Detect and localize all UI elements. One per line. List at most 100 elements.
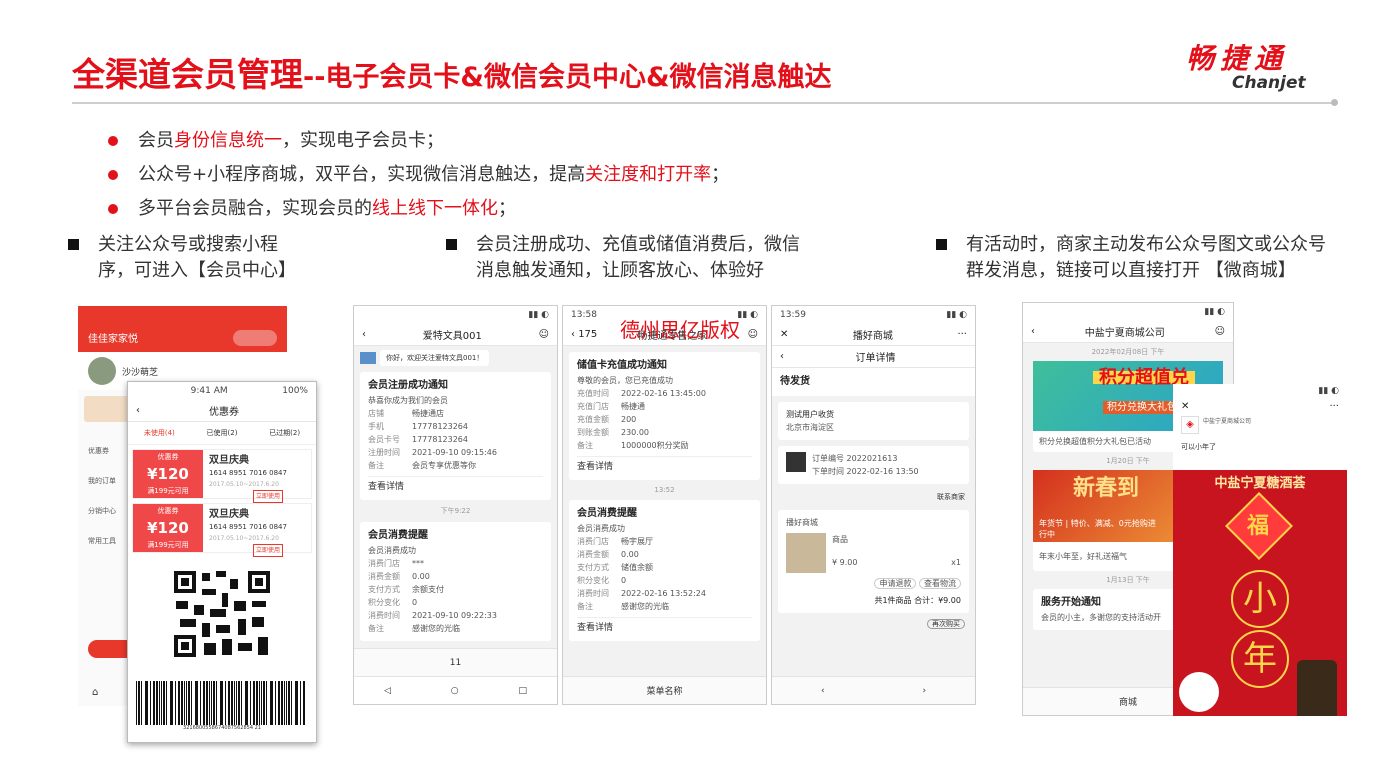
refund-button[interactable]: 申请退款 — [874, 578, 917, 589]
coupon-amount: ¥120 — [147, 519, 189, 537]
column-line: 序，可进入【会员中心】 — [98, 260, 296, 281]
bullet-item: 多平台会员融合，实现会员的线上线下一体化； — [106, 192, 729, 226]
chat-menu-bar[interactable]: 菜单名称 — [563, 676, 766, 704]
view-details-link[interactable]: 查看详情 — [368, 476, 543, 494]
goods-image[interactable] — [786, 533, 826, 573]
card-desc: 尊敬的会员，您已充值成功 — [577, 376, 673, 385]
chat-timestamp: 2022年02月08日 下午 — [1091, 348, 1165, 356]
tab-expired[interactable]: 已过期(2) — [269, 428, 300, 438]
home-icon[interactable]: ⌂ — [92, 687, 98, 698]
chat-navbar: ✕ ··· — [1173, 398, 1347, 414]
status-time: 13:59 — [780, 310, 806, 320]
tab-unused[interactable]: 未使用(4) — [144, 428, 175, 438]
slide: 全渠道会员管理--电子会员卡&微信会员中心&微信消息触达 畅捷通 Chanjet… — [0, 0, 1386, 780]
more-icon[interactable]: ··· — [1329, 401, 1339, 412]
address-card: 测试用户收货 北京市海淀区 — [778, 402, 969, 440]
coupon-condition: 满199元可用 — [147, 541, 189, 549]
coupon-navbar: ‹ 优惠券 — [128, 400, 316, 422]
back-icon[interactable]: ‹ — [1031, 326, 1035, 337]
back-icon[interactable]: ‹ — [362, 329, 366, 340]
close-icon[interactable]: ✕ — [780, 329, 788, 340]
account-navbar: ‹ 中盐宁夏商城公司 ☺ — [1023, 321, 1233, 343]
coupon-date: 2017.05.10~2017.6.20 — [209, 535, 279, 542]
chat-timestamp: 13:52 — [654, 486, 675, 494]
forward-arrow-icon[interactable]: › — [922, 686, 926, 696]
profile-icon[interactable]: ☺ — [1215, 326, 1225, 337]
more-icon[interactable]: ··· — [957, 329, 967, 340]
back-icon[interactable]: ‹ — [780, 351, 784, 362]
capsule-menu-icon[interactable] — [233, 330, 277, 346]
coupon-label: 优惠券 — [157, 507, 179, 515]
use-coupon-button[interactable]: 立即使用 — [253, 490, 284, 503]
message-card[interactable]: 会员注册成功通知 恭喜你成为我们的会员 店铺 畅捷通店 手机 17778123264… — [360, 372, 551, 500]
status-bar: ▮▮ ◐ — [1023, 303, 1233, 321]
order-number: 订单编号 2022021613 — [812, 454, 898, 463]
back-icon[interactable]: ‹ 175 — [571, 329, 597, 340]
message-card[interactable]: 会员消费提醒 会员消费成功 消费门店 *** 消费金额 0.00 支付方式 余额支付 … — [360, 522, 551, 641]
phone-wechat-notify-b: 13:58 ▮▮ ◐ ‹ 175 畅捷通零售之家 ☺ 储值卡充值成功通知 尊敬的会员，… — [562, 305, 767, 705]
view-details-link[interactable]: 查看详情 — [577, 617, 752, 635]
tab-used[interactable]: 已使用(2) — [207, 428, 238, 438]
wine-bottle-icon — [1297, 660, 1337, 716]
menu-label: 菜单名称 — [646, 687, 683, 697]
nav-arrows: ‹ › — [772, 676, 975, 704]
chanjet-logo: 畅捷通 Chanjet — [1186, 44, 1326, 94]
recent-nav-icon[interactable]: □ — [519, 686, 528, 696]
order-status: 待发货 — [772, 368, 975, 396]
bullet-item: 会员身份信息统一，实现电子会员卡； — [106, 124, 729, 158]
rebuy-button[interactable]: 再次购买 — [927, 619, 965, 629]
coupon-code: 1614 8951 7016 0847 — [209, 523, 287, 531]
coupon-page: 9:41 AM 100% ‹ 优惠券 未使用(4) 已使用(2) 已过期(2) 优惠… — [127, 381, 317, 743]
column-campaign: 有活动时，商家主动发布公众号图文或公众号 群发消息，链接可以直接打开 【微商城】 — [936, 232, 1376, 284]
new-year-poster[interactable]: 中盐宁夏糖酒荟 福 小 年 — [1173, 470, 1347, 716]
square-bullet-icon — [446, 239, 457, 250]
logistics-button[interactable]: 查看物流 — [919, 578, 961, 589]
coupon-amount-block: 优惠券 ¥120 满199元可用 — [133, 450, 203, 498]
coupon-item[interactable]: 优惠券 ¥120 满199元可用 双旦庆典 1614 8951 7016 084… — [132, 449, 312, 503]
account-avatar — [360, 352, 376, 364]
message-card[interactable]: 储值卡充值成功通知 尊敬的会员，您已充值成功 充值时间 2022-02-16 13… — [569, 352, 760, 480]
user-name: 沙沙萌芝 — [122, 367, 159, 378]
coupon-item[interactable]: 优惠券 ¥120 满199元可用 双旦庆典 1614 8951 7016 084… — [132, 503, 312, 557]
bullet-highlight: 线上线下一体化 — [372, 198, 498, 219]
watermark: 德州思亿版权 — [620, 318, 740, 342]
company-logo-icon: ◈ — [1181, 416, 1199, 434]
card-heading: 会员注册成功通知 — [368, 380, 448, 391]
profile-icon[interactable]: ☺ — [748, 329, 758, 340]
greeting-row: 你好，欢迎关注爱特文具001！ — [360, 350, 551, 366]
phone-wechat-notify-a: ▮▮ ◐ ‹ 爱特文具001 ☺ 你好，欢迎关注爱特文具001！ 会员注册成功通知 … — [353, 305, 558, 705]
chat-input-bar[interactable]: 11 — [354, 648, 557, 676]
column-member-center: 关注公众号或搜索小程 序，可进入【会员中心】 — [68, 232, 388, 284]
card-desc: 恭喜你成为我们的会员 — [368, 396, 448, 405]
coupon-title: 优惠券 — [209, 407, 239, 418]
bullet-item: 公众号+小程序商城，双平台，实现微信消息触达，提高关注度和打开率； — [106, 158, 729, 192]
contact-merchant-link[interactable]: 联系商家 — [772, 490, 975, 504]
coupon-name: 双旦庆典 — [209, 455, 249, 466]
bullet-text: ； — [711, 164, 730, 185]
banner-title: 积分超值兑 — [1093, 369, 1195, 387]
message-card[interactable]: 会员消费提醒 会员消费成功 消费门店 畅宇展厅 消费金额 0.00 支付方式 储值余额… — [569, 500, 760, 641]
square-bullet-icon — [936, 239, 947, 250]
barcode-number: 3216800558674087562854 21 — [183, 725, 261, 731]
column-line: 消息触发通知，让顾客放心、体验好 — [476, 260, 764, 281]
use-coupon-button[interactable]: 立即使用 — [253, 544, 284, 557]
mall-title: 播好商城 — [852, 331, 893, 342]
back-icon[interactable]: ‹ — [136, 405, 140, 416]
view-details-link[interactable]: 查看详情 — [577, 456, 752, 474]
barcode-icon — [136, 681, 305, 725]
bullet-text: 多平台会员融合，实现会员的 — [138, 198, 372, 219]
column-line: 有活动时，商家主动发布公众号图文或公众号 — [966, 234, 1326, 255]
chat-title: 爱特文具001 — [422, 331, 482, 342]
coupon-condition: 满199元可用 — [147, 487, 189, 495]
shop-name: 播好商城 — [786, 518, 818, 527]
back-arrow-icon[interactable]: ‹ — [821, 686, 825, 696]
profile-icon[interactable]: ☺ — [539, 329, 549, 340]
status-time: 13:58 — [571, 310, 597, 320]
column-notification: 会员注册成功、充值或储值消费后，微信 消息触发通知，让顾客放心、体验好 — [446, 232, 866, 284]
close-icon[interactable]: ✕ — [1181, 401, 1189, 412]
bullet-text: ，实现电子会员卡； — [282, 130, 444, 151]
mini-program-navbar: ✕ 播好商城 ··· — [772, 324, 975, 346]
home-nav-icon[interactable]: ○ — [451, 686, 459, 696]
back-nav-icon[interactable]: ◁ — [384, 686, 391, 696]
coupon-tabs: 未使用(4) 已使用(2) 已过期(2) — [128, 422, 316, 445]
